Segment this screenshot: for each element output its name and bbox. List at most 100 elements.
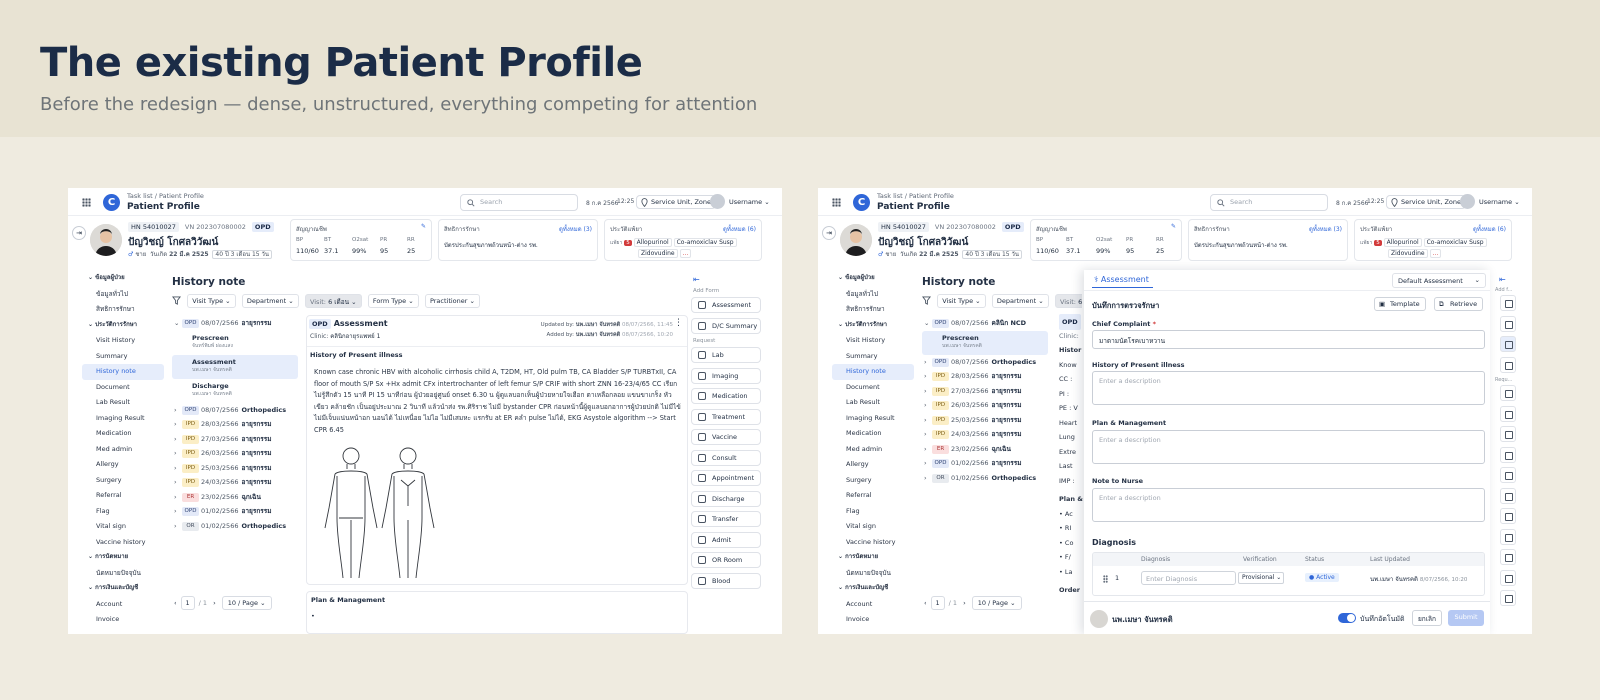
page-size-select[interactable]: 10 / Page ⌄: [971, 596, 1022, 610]
next-page-icon[interactable]: ›: [963, 599, 966, 607]
allergy-card[interactable]: ประวัติแพ้ยา ดูทั้งหมด (6) แพ้ยา 5 Allop…: [1354, 219, 1512, 261]
diagnosis-input[interactable]: Enter Diagnosis: [1141, 571, 1236, 585]
drag-handle-icon[interactable]: [1103, 575, 1108, 583]
timeline-row-expanded[interactable]: ⌄ OPD 08/07/2566 คลินิก NCD: [922, 316, 1048, 331]
add-summary-icon[interactable]: [1500, 315, 1516, 332]
discharge-icon[interactable]: [1500, 528, 1516, 545]
sidebar-item-history-note[interactable]: History note: [82, 364, 164, 380]
transfer-icon[interactable]: [1500, 549, 1516, 565]
timeline-row[interactable]: › OPD 08/07/2566 Orthopedics: [172, 403, 298, 418]
prev-page-icon[interactable]: ‹: [924, 599, 927, 607]
add-discharge-icon[interactable]: [1500, 356, 1516, 373]
sidebar-section-history[interactable]: ⌄ ประวัติการรักษา: [82, 318, 164, 334]
request-admit-button[interactable]: Admit: [691, 531, 761, 548]
timeline-row[interactable]: › OPD 08/07/2566 Orthopedics: [922, 355, 1048, 370]
imaging-icon[interactable]: [1500, 405, 1516, 422]
filter-icon[interactable]: [922, 294, 931, 307]
sidebar-item-surgery[interactable]: Surgery: [832, 473, 914, 489]
status-badge[interactable]: ● Active: [1305, 573, 1339, 582]
sidebar-item-med-admin[interactable]: Med admin: [82, 442, 164, 458]
vitals-card[interactable]: สัญญาณชีพ ✎ BP 110/60 BT 37.1 O2sat 99% PR 9…: [1030, 219, 1182, 261]
sidebar-item-history-note[interactable]: History note: [832, 364, 914, 380]
request-appointment-button[interactable]: Appointment: [691, 470, 761, 486]
sidebar-item-rights[interactable]: สิทธิการรักษา: [82, 302, 164, 318]
collapse-panel-icon[interactable]: ⇤: [1499, 275, 1506, 284]
timeline-row[interactable]: › OR 01/02/2566 Orthopedics: [922, 471, 1048, 486]
sidebar-item-document[interactable]: Document: [82, 380, 164, 396]
autosave-toggle[interactable]: [1338, 613, 1356, 623]
page-number[interactable]: 1: [180, 596, 195, 610]
sidebar-item-document[interactable]: Document: [832, 380, 914, 396]
collapse-panel-icon[interactable]: ⇤: [693, 275, 700, 284]
filter-visit-period[interactable]: Visit: 6 เดือน ⌄: [304, 294, 362, 308]
sidebar-item-current-appointment[interactable]: นัดหมายปัจจุบัน: [832, 566, 914, 582]
consult-icon[interactable]: [1500, 487, 1516, 504]
sidebar-item-invoice[interactable]: Invoice: [82, 612, 164, 628]
rights-card[interactable]: สิทธิการรักษา ดูทั้งหมด (3) บัตรประกันสุ…: [1188, 219, 1348, 261]
request-or-room-button[interactable]: OR Room: [691, 552, 761, 568]
calendar-icon[interactable]: [1500, 508, 1516, 524]
syringe-icon[interactable]: [1500, 467, 1516, 483]
sidebar-item-allergy[interactable]: Allergy: [832, 457, 914, 473]
edit-icon[interactable]: ✎: [421, 223, 426, 230]
request-imaging-button[interactable]: Imaging: [691, 367, 761, 384]
add-assessment-icon[interactable]: [1500, 295, 1516, 311]
filter-practitioner[interactable]: Practitioner ⌄: [424, 294, 480, 308]
allergy-card[interactable]: ประวัติแพ้ยา ดูทั้งหมด (6) แพ้ยา 5 Allop…: [604, 219, 762, 261]
filter-visit-type[interactable]: Visit Type ⌄: [937, 294, 986, 308]
filter-department[interactable]: Department ⌄: [991, 294, 1049, 308]
tab-assessment[interactable]: ⚕ Assessment: [1092, 275, 1153, 288]
sidebar-section-patient-info[interactable]: ⌄ ข้อมูลผู้ป่วย: [832, 271, 914, 287]
sidebar-item-summary[interactable]: Summary: [82, 349, 164, 365]
more-options-icon[interactable]: ⋮: [674, 318, 683, 328]
verification-select[interactable]: Provisional ⌄: [1238, 572, 1284, 584]
allergy-view-all-link[interactable]: ดูทั้งหมด (6): [723, 224, 756, 234]
sidebar-item-summary[interactable]: Summary: [832, 349, 914, 365]
app-grid-icon[interactable]: [82, 198, 91, 207]
request-consult-button[interactable]: Consult: [691, 449, 761, 466]
sidebar-item-medication[interactable]: Medication: [82, 426, 164, 442]
sidebar-item-general[interactable]: ข้อมูลทั่วไป: [832, 287, 914, 303]
request-transfer-button[interactable]: Transfer: [691, 511, 761, 527]
sidebar-item-vaccine-history[interactable]: Vaccine history: [832, 535, 914, 551]
request-discharge-button[interactable]: Discharge: [691, 490, 761, 507]
breadcrumb[interactable]: Task list / Patient Profile: [127, 192, 204, 200]
timeline-row[interactable]: › OPD 01/02/2566 อายุรกรรม: [922, 456, 1048, 471]
app-grid-icon[interactable]: [832, 198, 841, 207]
vitals-card[interactable]: สัญญาณชีพ ✎ BP 110/60 BT 37.1 O2sat 99% PR 9…: [290, 219, 432, 261]
request-blood-button[interactable]: Blood: [691, 572, 761, 589]
sidebar-item-account[interactable]: Account: [832, 597, 914, 613]
sidebar-item-flag[interactable]: Flag: [82, 504, 164, 520]
timeline-row[interactable]: › OPD 01/02/2566 อายุรกรรม: [172, 504, 298, 519]
sidebar-section-finance[interactable]: ⌄ การเงินและบัญชี: [82, 581, 164, 597]
filter-icon[interactable]: [172, 294, 181, 307]
sidebar-item-allergy[interactable]: Allergy: [82, 457, 164, 473]
collapse-sidebar-icon[interactable]: ⇥: [72, 226, 86, 240]
timeline-form-prescreen[interactable]: Prescreen นพ.เมษา จันทรคติ: [922, 330, 1048, 355]
next-page-icon[interactable]: ›: [213, 599, 216, 607]
request-treatment-button[interactable]: Treatment: [691, 408, 761, 425]
page-number[interactable]: 1: [930, 596, 945, 610]
sidebar-item-lab-result[interactable]: Lab Result: [832, 395, 914, 411]
cancel-button[interactable]: ยกเลิก: [1412, 610, 1442, 626]
timeline-row[interactable]: › OR 01/02/2566 Orthopedics: [172, 519, 298, 534]
rights-card[interactable]: สิทธิการรักษา ดูทั้งหมด (3) บัตรประกันสุ…: [438, 219, 598, 261]
request-lab-button[interactable]: Lab: [691, 347, 761, 363]
filter-visit-type[interactable]: Visit Type ⌄: [187, 294, 236, 308]
sidebar-section-appointment[interactable]: ⌄ การนัดหมาย: [82, 550, 164, 566]
timeline-row[interactable]: › IPD 24/03/2566 อายุรกรรม: [172, 475, 298, 490]
sidebar-item-flag[interactable]: Flag: [832, 504, 914, 520]
request-medication-button[interactable]: Medication: [691, 388, 761, 404]
sidebar-item-vaccine-history[interactable]: Vaccine history: [82, 535, 164, 551]
timeline-row[interactable]: › ER 23/02/2566 ฉุกเฉิน: [922, 442, 1048, 457]
timeline-row[interactable]: › IPD 25/03/2566 อายุรกรรม: [922, 413, 1048, 428]
sidebar-item-med-admin[interactable]: Med admin: [832, 442, 914, 458]
edit-icon[interactable]: ✎: [1171, 223, 1176, 230]
template-button[interactable]: ▣ Template: [1374, 297, 1426, 311]
timeline-row[interactable]: › IPD 28/03/2566 อายุรกรรม: [172, 417, 298, 432]
timeline-form-discharge[interactable]: Discharge นพ.เมษา จันทรคติ: [172, 379, 298, 403]
sidebar-section-patient-info[interactable]: ⌄ ข้อมูลผู้ป่วย: [82, 271, 164, 287]
user-menu[interactable]: Username ⌄: [710, 194, 770, 210]
rights-view-all-link[interactable]: ดูทั้งหมด (3): [1309, 224, 1342, 234]
assessment-template-select[interactable]: Default Assessment ⌄: [1392, 273, 1486, 288]
